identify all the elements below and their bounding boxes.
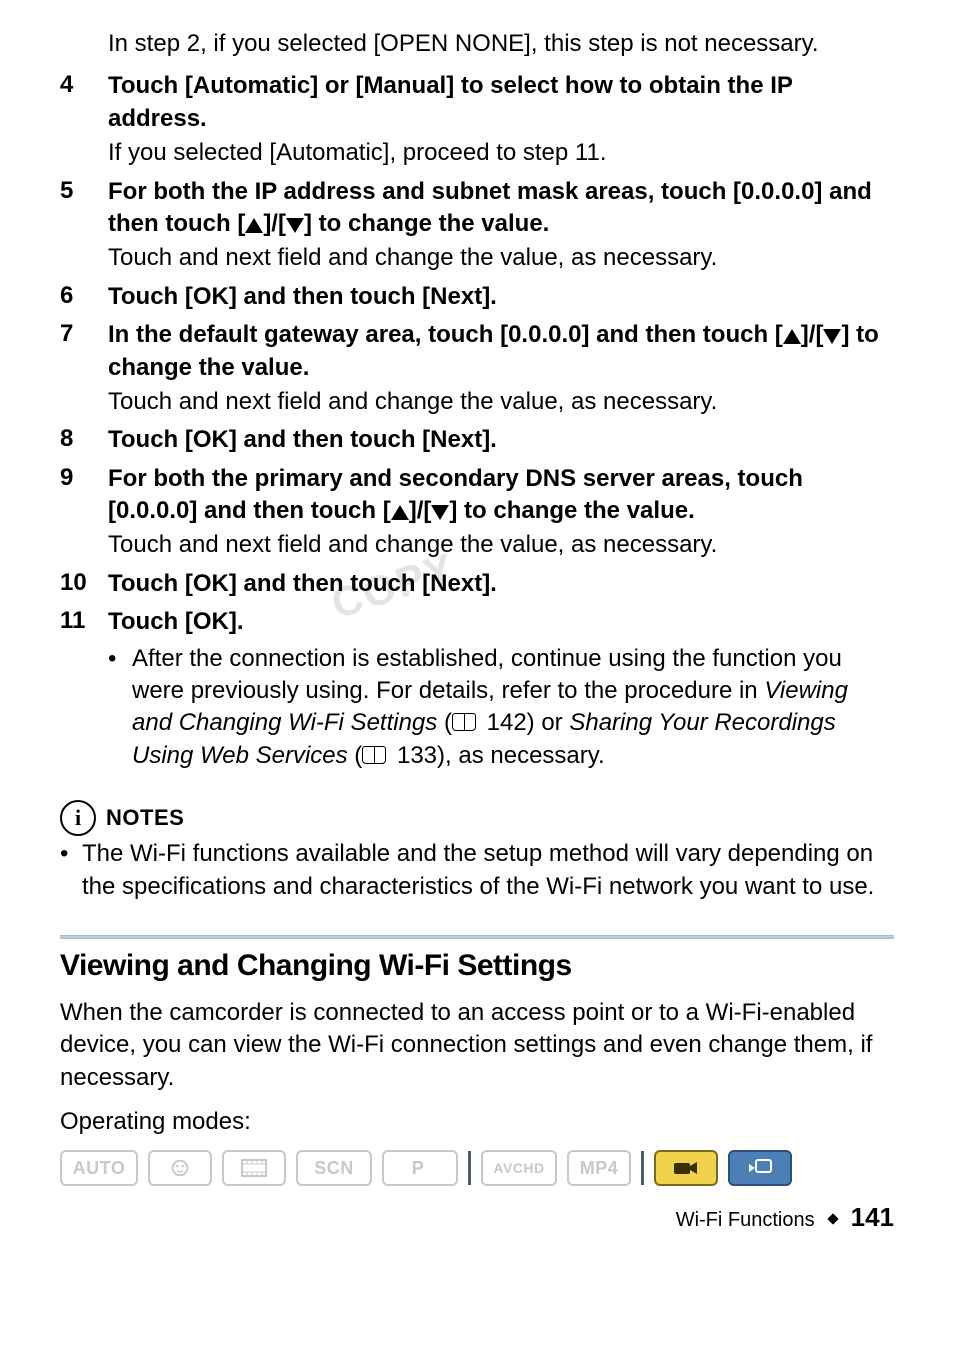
triangle-up-icon xyxy=(245,218,263,233)
footer-page-number: 141 xyxy=(851,1202,894,1233)
page-reference-icon xyxy=(362,746,386,764)
triangle-down-icon xyxy=(431,505,449,520)
step-instruction: Touch [OK]. xyxy=(108,606,894,638)
notes-header: i NOTES xyxy=(60,800,894,836)
step-number: 5 xyxy=(60,176,108,205)
mode-movie-playback xyxy=(654,1150,718,1186)
mode-baby xyxy=(148,1150,212,1186)
mode-p: P xyxy=(382,1150,458,1186)
step-11: 11 Touch [OK]. xyxy=(60,606,894,638)
play-photo-icon xyxy=(747,1158,773,1178)
mode-p-label: P xyxy=(412,1158,425,1179)
bullet-marker: • xyxy=(60,838,82,903)
step-instruction: Touch [OK] and then touch [Next]. xyxy=(108,424,894,456)
step-instruction: In the default gateway area, touch [0.0.… xyxy=(108,319,894,384)
operating-modes-row: AUTO SCN P AVCHD MP4 xyxy=(60,1150,894,1186)
notes-text: The Wi-Fi functions available and the se… xyxy=(82,838,894,903)
step-instruction: Touch [Automatic] or [Manual] to select … xyxy=(108,70,894,135)
step-number: 8 xyxy=(60,424,108,453)
step-4: 4 Touch [Automatic] or [Manual] to selec… xyxy=(60,70,894,169)
text-fragment: In the default gateway area, touch [0.0.… xyxy=(108,321,783,348)
step-number: 7 xyxy=(60,319,108,348)
notes-label: NOTES xyxy=(106,805,184,831)
filmstrip-icon xyxy=(241,1159,267,1177)
step-number: 4 xyxy=(60,70,108,99)
mode-separator xyxy=(468,1151,471,1185)
step-9: 9 For both the primary and secondary DNS… xyxy=(60,463,894,562)
notes-bullet: • The Wi-Fi functions available and the … xyxy=(60,838,894,903)
section-divider xyxy=(60,935,894,939)
mode-scn: SCN xyxy=(296,1150,372,1186)
text-fragment: ]/[ xyxy=(801,321,824,348)
footer-diamond-icon xyxy=(827,1213,838,1224)
step-number: 6 xyxy=(60,281,108,310)
step-note: Touch and next field and change the valu… xyxy=(108,386,894,418)
page-number-ref: 142) or xyxy=(480,709,569,736)
mode-mp4: MP4 xyxy=(567,1150,631,1186)
mode-avchd: AVCHD xyxy=(481,1150,557,1186)
text-fragment: ]/[ xyxy=(409,497,432,524)
page-number-ref: 133), as necessary. xyxy=(390,742,604,769)
bullet-text: After the connection is established, con… xyxy=(132,643,894,773)
section-title: Viewing and Changing Wi-Fi Settings xyxy=(60,949,894,983)
step-number: 9 xyxy=(60,463,108,492)
step-5: 5 For both the IP address and subnet mas… xyxy=(60,176,894,275)
step-instruction: Touch [OK] and then touch [Next]. xyxy=(108,568,894,600)
page-footer: Wi-Fi Functions 141 xyxy=(60,1202,894,1233)
mode-photo-playback xyxy=(728,1150,792,1186)
info-icon: i xyxy=(60,800,96,836)
text-fragment: ( xyxy=(348,742,363,769)
camcorder-icon xyxy=(672,1159,700,1177)
step-note: Touch and next field and change the valu… xyxy=(108,529,894,561)
step-note: If you selected [Automatic], proceed to … xyxy=(108,137,894,169)
page-reference-icon xyxy=(452,713,476,731)
text-fragment: After the connection is established, con… xyxy=(132,645,842,704)
step-number: 10 xyxy=(60,568,108,597)
step-note: Touch and next field and change the valu… xyxy=(108,242,894,274)
step-number: 11 xyxy=(60,606,108,635)
triangle-down-icon xyxy=(286,218,304,233)
mode-auto: AUTO xyxy=(60,1150,138,1186)
text-fragment: ] to change the value. xyxy=(304,210,549,237)
step-6: 6 Touch [OK] and then touch [Next]. xyxy=(60,281,894,313)
mode-cinema xyxy=(222,1150,286,1186)
text-fragment: ] to change the value. xyxy=(449,497,694,524)
footer-section-name: Wi-Fi Functions xyxy=(676,1209,815,1232)
triangle-up-icon xyxy=(391,505,409,520)
intro-text: In step 2, if you selected [OPEN NONE], … xyxy=(108,28,894,60)
bullet-marker: • xyxy=(108,643,132,773)
triangle-down-icon xyxy=(823,329,841,344)
section-paragraph: When the camcorder is connected to an ac… xyxy=(60,997,894,1094)
triangle-up-icon xyxy=(783,329,801,344)
operating-modes-label: Operating modes: xyxy=(60,1108,894,1136)
mode-separator xyxy=(641,1151,644,1185)
baby-face-icon xyxy=(169,1157,191,1179)
step-instruction: For both the IP address and subnet mask … xyxy=(108,176,894,241)
text-fragment: ( xyxy=(437,709,452,736)
step-instruction: For both the primary and secondary DNS s… xyxy=(108,463,894,528)
step-10: COPY 10 Touch [OK] and then touch [Next]… xyxy=(60,568,894,600)
text-fragment: ]/[ xyxy=(263,210,286,237)
step-8: 8 Touch [OK] and then touch [Next]. xyxy=(60,424,894,456)
step-instruction: Touch [OK] and then touch [Next]. xyxy=(108,281,894,313)
step-11-bullet: • After the connection is established, c… xyxy=(108,643,894,773)
step-7: 7 In the default gateway area, touch [0.… xyxy=(60,319,894,418)
